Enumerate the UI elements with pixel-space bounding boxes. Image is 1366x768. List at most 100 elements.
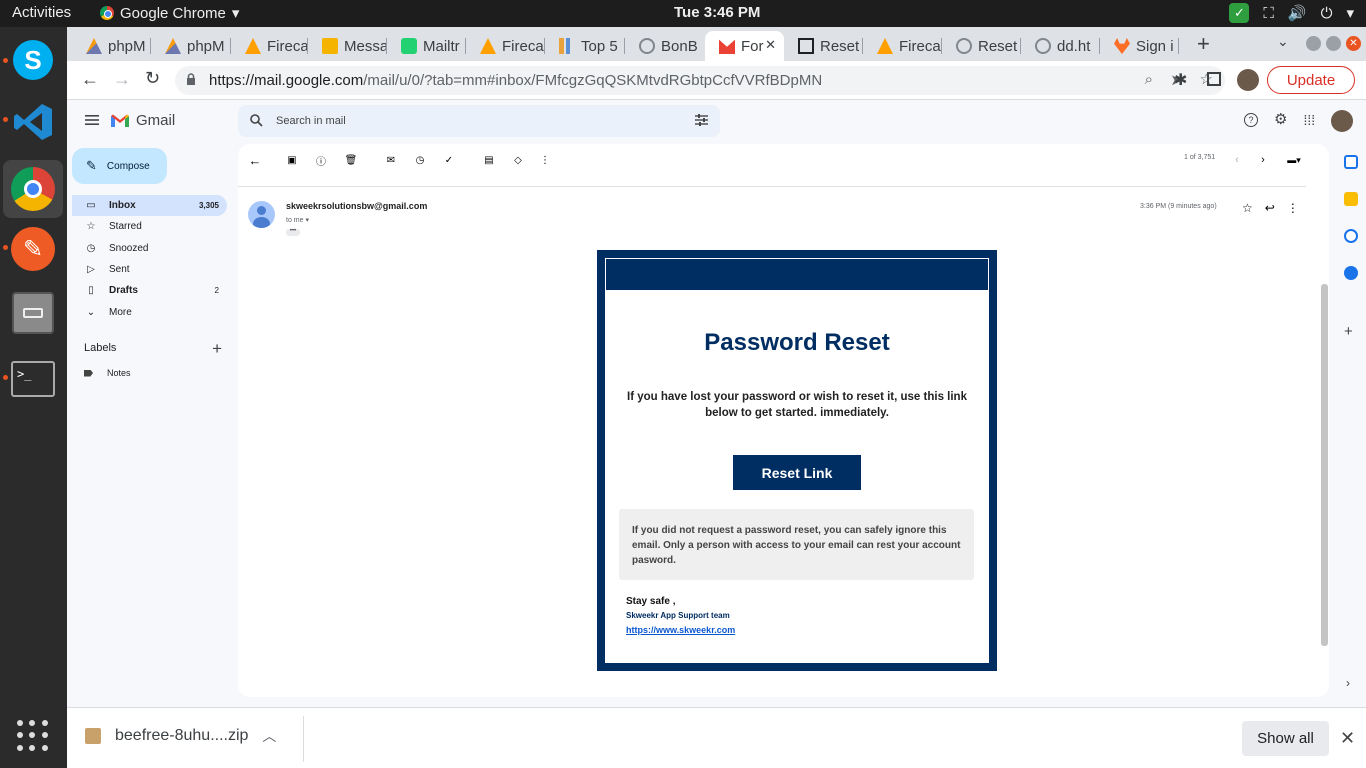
dock-chrome[interactable] (3, 160, 63, 218)
reset-link-button[interactable]: Reset Link (733, 455, 861, 490)
calendar-icon[interactable] (1344, 155, 1358, 169)
tab-4[interactable]: Messa (308, 31, 387, 61)
tab-11[interactable]: Fireca (863, 31, 942, 61)
apps-grid-icon[interactable]: ⁞⁞⁞ (1303, 113, 1315, 127)
expand-chevron-icon[interactable]: › (1346, 676, 1350, 690)
gmail-logo[interactable]: Gmail (110, 112, 175, 129)
more-vert-icon[interactable]: ⋮ (1287, 201, 1299, 215)
contacts-icon[interactable] (1344, 266, 1358, 280)
dock-files[interactable] (9, 289, 57, 337)
address-bar[interactable]: https://mail.google.com/mail/u/0/?tab=mm… (175, 66, 1225, 95)
window-close-button[interactable]: ✕ (1346, 36, 1361, 51)
newer-chevron-icon[interactable]: ‹ (1230, 153, 1244, 167)
update-check-icon[interactable]: ✓ (1229, 3, 1250, 23)
search-input[interactable]: Search in mail (238, 105, 720, 137)
nav-item-snoozed[interactable]: ◷ Snoozed (72, 238, 227, 259)
tab-9[interactable]: For ✕ (705, 31, 784, 61)
nav-item-inbox[interactable]: ▭ Inbox 3,305 (72, 195, 227, 217)
zoom-icon[interactable]: ⌕ (1145, 71, 1153, 88)
keep-icon[interactable] (1344, 192, 1358, 206)
mark-unread-icon[interactable]: ✉ (384, 153, 398, 167)
add-addon-icon[interactable]: + (1344, 323, 1353, 340)
snooze-icon[interactable]: ◷ (413, 153, 427, 167)
add-task-icon[interactable]: ✓ (442, 153, 456, 167)
reload-icon[interactable]: ↻ (145, 68, 160, 89)
tab-10[interactable]: Reset (784, 31, 863, 61)
help-icon[interactable]: ? (1244, 113, 1258, 127)
activities-button[interactable]: Activities (12, 4, 71, 21)
tab-12[interactable]: Reset (942, 31, 1021, 61)
tab-1[interactable]: phpM (72, 31, 151, 61)
move-to-icon[interactable]: ▤ (482, 153, 496, 167)
file-cabinet-icon (12, 292, 54, 334)
download-item[interactable]: beefree-8uhu....zip ︿ (85, 726, 276, 746)
show-applications-icon[interactable] (17, 720, 49, 752)
account-avatar[interactable] (1331, 110, 1353, 132)
network-icon[interactable]: ⛶ (1263, 5, 1274, 22)
show-all-button[interactable]: Show all (1242, 721, 1329, 756)
label-item-notes[interactable]: Notes (84, 368, 131, 378)
system-tray[interactable]: ✓ ⛶ 🔊 ⏻ ▾ (1229, 3, 1354, 23)
tab-2[interactable]: phpM (151, 31, 231, 61)
extensions-icon[interactable]: ✱ (1174, 70, 1187, 90)
side-panel-icon[interactable] (1207, 72, 1221, 86)
tab-7[interactable]: Top 5 (545, 31, 625, 61)
codesandbox-icon (798, 38, 814, 54)
show-trimmed-content-button[interactable]: ••• (286, 228, 300, 236)
tasks-icon[interactable] (1344, 229, 1358, 243)
tab-6[interactable]: Fireca (466, 31, 545, 61)
star-icon[interactable]: ☆ (1242, 201, 1253, 215)
new-tab-button[interactable]: + (1197, 31, 1210, 57)
tab-8[interactable]: BonB (625, 31, 705, 61)
clock[interactable]: Tue 3:46 PM (674, 4, 760, 21)
archive-icon[interactable]: ▣ (285, 153, 299, 167)
nav-item-sent[interactable]: ▷ Sent (72, 259, 227, 280)
older-chevron-icon[interactable]: › (1256, 153, 1270, 167)
back-icon[interactable]: ← (81, 69, 99, 90)
hamburger-menu-icon[interactable] (85, 114, 99, 126)
delete-icon[interactable]: 🗑 (344, 153, 358, 167)
nav-item-starred[interactable]: ☆ Starred (72, 216, 227, 237)
tab-search-icon[interactable]: ⌄ (1277, 33, 1289, 50)
dock-postman[interactable]: ✎ (9, 225, 57, 273)
search-filter-icon[interactable] (695, 114, 708, 126)
window-minimize-button[interactable] (1306, 36, 1321, 51)
update-button[interactable]: Update (1267, 66, 1355, 94)
close-icon[interactable]: ✕ (1340, 728, 1355, 749)
tab-3[interactable]: Fireca (231, 31, 308, 61)
recipient-toggle[interactable]: to me ▾ (286, 216, 309, 224)
tab-13[interactable]: dd.ht (1021, 31, 1100, 61)
window-maximize-button[interactable] (1326, 36, 1341, 51)
add-label-button[interactable]: + (212, 339, 222, 359)
label-icon[interactable]: ◇ (511, 153, 525, 167)
back-arrow-icon[interactable]: ← (248, 153, 262, 168)
tab-label: Fireca (502, 37, 544, 55)
chevron-up-icon[interactable]: ︿ (262, 726, 276, 746)
sender-avatar[interactable] (248, 201, 275, 228)
app-menu[interactable]: Google Chrome ▾ (100, 4, 239, 22)
input-tools-icon[interactable]: ▬▾ (1282, 153, 1306, 167)
dock-terminal[interactable]: >_ (9, 355, 57, 403)
report-spam-icon[interactable]: ⓘ (314, 153, 328, 168)
profile-avatar[interactable] (1237, 69, 1259, 91)
forward-icon[interactable]: → (113, 69, 131, 90)
settings-gear-icon[interactable]: ⚙ (1274, 112, 1287, 127)
dock-vscode[interactable] (9, 98, 57, 146)
sender-email[interactable]: skweekrsolutionsbw@gmail.com (286, 201, 427, 211)
power-icon[interactable]: ⏻ (1321, 5, 1333, 22)
dock-skype[interactable]: S (9, 36, 57, 84)
compose-button[interactable]: ✎ Compose (72, 148, 167, 184)
tab-14[interactable]: Sign i (1100, 31, 1179, 61)
search-icon[interactable] (250, 114, 263, 127)
menu-kebab-icon[interactable]: ⋮ (1359, 69, 1366, 89)
website-link[interactable]: https://www.skweekr.com (626, 625, 735, 635)
nav-item-drafts[interactable]: ▯ Drafts 2 (72, 280, 227, 301)
scrollbar[interactable] (1321, 284, 1328, 646)
tab-5[interactable]: Mailtr (387, 31, 466, 61)
volume-icon[interactable]: 🔊 (1288, 4, 1307, 22)
close-tab-icon[interactable]: ✕ (765, 37, 776, 53)
nav-item-more[interactable]: ⌄ More (72, 301, 227, 322)
more-vert-icon[interactable]: ⋮ (538, 153, 552, 167)
chevron-down-icon[interactable]: ▾ (1346, 4, 1354, 22)
reply-icon[interactable]: ↩ (1265, 201, 1275, 215)
